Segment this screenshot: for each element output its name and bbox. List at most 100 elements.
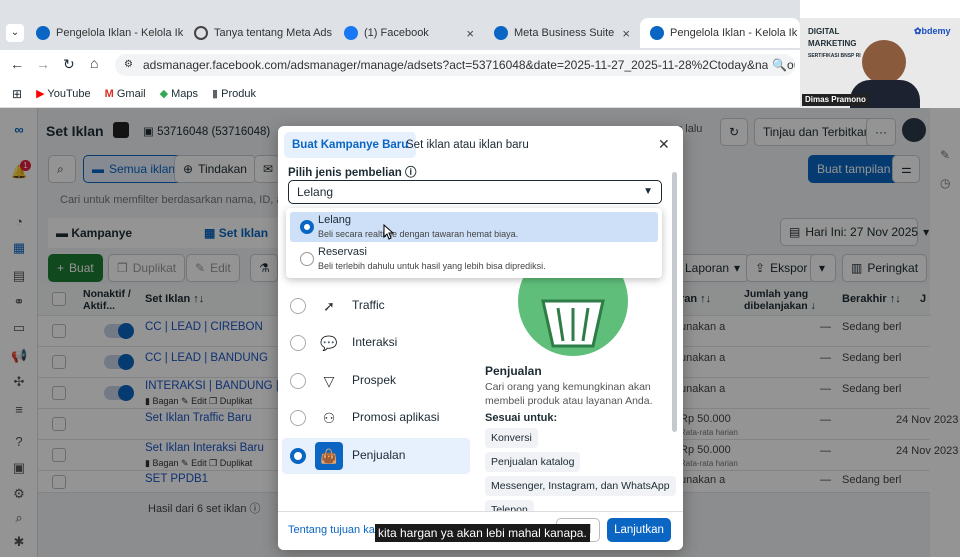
funnel-icon: ▽ bbox=[323, 372, 335, 389]
bdemy-icon: ✿ bbox=[914, 26, 922, 36]
home-icon[interactable]: ⌂ bbox=[90, 55, 98, 71]
close-icon[interactable]: × bbox=[622, 26, 630, 41]
about-objectives-link[interactable]: Tentang tujuan kam bbox=[288, 524, 384, 536]
browser-tab[interactable]: Meta Business Suite × bbox=[484, 18, 640, 48]
bookmark-maps[interactable]: ◆ Maps bbox=[160, 87, 198, 100]
webcam-logo-line: MARKETING bbox=[808, 39, 857, 48]
reload-icon[interactable]: ↻ bbox=[63, 56, 75, 73]
caret-down-icon: ▼ bbox=[643, 186, 653, 197]
option-radio[interactable] bbox=[300, 252, 314, 266]
option-reservation[interactable]: Reservasi Beli terlebih dahulu untuk hasi… bbox=[290, 244, 658, 274]
bookmark-produk[interactable]: ▮ Produk bbox=[212, 87, 256, 100]
close-icon[interactable]: ✕ bbox=[658, 136, 670, 153]
url-text: adsmanager.facebook.com/adsmanager/manag… bbox=[143, 58, 795, 72]
bookmark-label: Maps bbox=[171, 88, 199, 100]
bookmark-youtube[interactable]: ▶ YouTube bbox=[36, 87, 91, 100]
option-title: Reservasi bbox=[318, 246, 367, 258]
people-icon: ⚇ bbox=[322, 409, 336, 426]
suited-chip: Messenger, Instagram, dan WhatsApp bbox=[485, 476, 676, 496]
webcam-logo-line: DIGITAL bbox=[808, 27, 840, 36]
webcam-logo-line: SERTIFIKASI BNSP RI bbox=[808, 53, 861, 59]
tab-label: (1) Facebook bbox=[364, 27, 429, 39]
presenter-head bbox=[862, 40, 906, 84]
objective-label: Traffic bbox=[352, 298, 385, 312]
browser-tab[interactable]: Pengelola Iklan - Kelola Ik× bbox=[26, 18, 184, 48]
objective-radio[interactable] bbox=[290, 373, 306, 389]
modal-scrollbar[interactable] bbox=[672, 172, 677, 432]
objective-leads[interactable]: ▽ Prospek bbox=[282, 363, 470, 399]
objective-label: Penjualan bbox=[352, 448, 406, 462]
url-input[interactable]: ⚙ adsmanager.facebook.com/adsmanager/mana… bbox=[115, 54, 795, 76]
chat-icon: 💬 bbox=[320, 334, 338, 351]
bookmark-gmail[interactable]: M Gmail bbox=[105, 88, 146, 100]
tab-label: Tanya tentang Meta Ads bbox=[214, 27, 333, 39]
objective-label: Prospek bbox=[352, 373, 397, 387]
tab-label: Pengelola Iklan - Kelola Ik bbox=[56, 27, 184, 39]
meta-icon bbox=[650, 26, 664, 40]
apps-icon[interactable]: ⊞ bbox=[12, 87, 22, 101]
address-bar-row: ← → ↻ ⌂ ⚙ adsmanager.facebook.com/adsmana… bbox=[0, 50, 800, 80]
webcam-logo: DIGITAL MARKETING SERTIFIKASI BNSP RI bbox=[808, 26, 861, 62]
tab-new-campaign-label: Buat Kampanye Baru bbox=[292, 139, 409, 151]
maps-icon: ◆ bbox=[159, 88, 169, 100]
globe-icon bbox=[194, 26, 208, 40]
option-auction[interactable]: Lelang Beli secara realtime dengan tawara… bbox=[290, 212, 658, 242]
bag-icon: 👜 bbox=[315, 442, 343, 470]
bookmark-label: YouTube bbox=[47, 88, 91, 100]
cursor-icon: ➚ bbox=[323, 297, 335, 314]
video-subtitle: kita hargan ya akan lebi mahal kanapa. bbox=[375, 524, 590, 542]
tab-label: Pengelola Iklan - Kelola Ik bbox=[670, 27, 798, 39]
browser-tab-active[interactable]: Pengelola Iklan - Kelola Ik× bbox=[640, 18, 800, 48]
objective-app-promotion[interactable]: ⚇ Promosi aplikasi bbox=[282, 400, 470, 436]
forward-icon[interactable]: → bbox=[36, 56, 50, 72]
webcam-overlay: DIGITAL MARKETING SERTIFIKASI BNSP RI ✿bde… bbox=[800, 18, 960, 108]
tab-existing-label: Set iklan atau iklan baru bbox=[406, 139, 529, 151]
option-title: Lelang bbox=[318, 214, 352, 226]
browser-tab[interactable]: Tanya tentang Meta Ads× bbox=[184, 18, 334, 48]
bookmarks-bar: ⊞ ▶ YouTube M Gmail ◆ Maps ▮ Produk bbox=[0, 80, 800, 108]
produk-icon: ▮ bbox=[212, 88, 219, 100]
objective-engagement[interactable]: 💬 Interaksi bbox=[282, 325, 470, 361]
bdemy-text: bdemy bbox=[921, 26, 951, 36]
tab-label: Meta Business Suite bbox=[514, 27, 615, 39]
objective-radio[interactable] bbox=[290, 335, 306, 351]
suited-chip: Penjualan katalog bbox=[485, 452, 581, 472]
purchase-type-text: Pilih jenis pembelian bbox=[288, 167, 402, 179]
tab-search-button[interactable]: ⌄ bbox=[6, 24, 24, 42]
objective-radio[interactable] bbox=[290, 410, 306, 426]
meta-icon bbox=[36, 26, 50, 40]
browser-tab[interactable]: (1) Facebook × bbox=[334, 18, 484, 48]
objective-radio[interactable] bbox=[290, 298, 306, 314]
objective-radio-selected[interactable] bbox=[290, 448, 306, 464]
bookmark-label: Gmail bbox=[116, 87, 146, 100]
create-campaign-dialog: Buat Kampanye Baru Set iklan atau iklan … bbox=[278, 126, 683, 550]
gmail-icon: M bbox=[104, 87, 114, 100]
continue-button[interactable]: Lanjutkan bbox=[607, 518, 671, 542]
site-info-icon[interactable]: ⚙ bbox=[124, 54, 133, 76]
presenter-name: Dimas Pramono bbox=[802, 94, 869, 106]
objective-detail-title: Penjualan bbox=[485, 364, 542, 378]
suited-for-label: Sesuai untuk: bbox=[485, 412, 558, 424]
option-radio-selected[interactable] bbox=[300, 220, 314, 234]
zoom-icon[interactable]: 🔍 bbox=[768, 54, 787, 76]
purchase-type-label: Pilih jenis pembelian ⓘ bbox=[288, 164, 416, 180]
option-description: Beli terlebih dahulu untuk hasil yang le… bbox=[318, 261, 546, 271]
purchase-type-select[interactable]: Lelang ▼ bbox=[288, 180, 662, 204]
bdemy-logo: ✿bdemy bbox=[914, 26, 951, 37]
purchase-type-value: Lelang bbox=[297, 185, 334, 199]
objective-sales[interactable]: 👜 Penjualan bbox=[282, 438, 470, 474]
back-icon[interactable]: ← bbox=[10, 56, 24, 72]
purchase-type-dropdown: Lelang Beli secara realtime dengan tawara… bbox=[286, 208, 662, 278]
facebook-icon bbox=[344, 26, 358, 40]
close-icon[interactable]: × bbox=[466, 26, 474, 41]
objective-traffic[interactable]: ➚ Traffic bbox=[282, 288, 470, 324]
tab-existing[interactable]: Set iklan atau iklan baru bbox=[398, 132, 537, 158]
info-icon: ⓘ bbox=[404, 167, 417, 179]
meta-icon bbox=[494, 26, 508, 40]
mouse-cursor-icon bbox=[383, 224, 394, 240]
objective-detail-description: Cari orang yang kemungkinan akan membeli… bbox=[485, 381, 653, 407]
tab-new-campaign[interactable]: Buat Kampanye Baru bbox=[284, 132, 417, 158]
objective-label: Interaksi bbox=[352, 335, 398, 349]
bookmark-label: Produk bbox=[221, 88, 257, 100]
suited-chip: Konversi bbox=[485, 428, 538, 448]
